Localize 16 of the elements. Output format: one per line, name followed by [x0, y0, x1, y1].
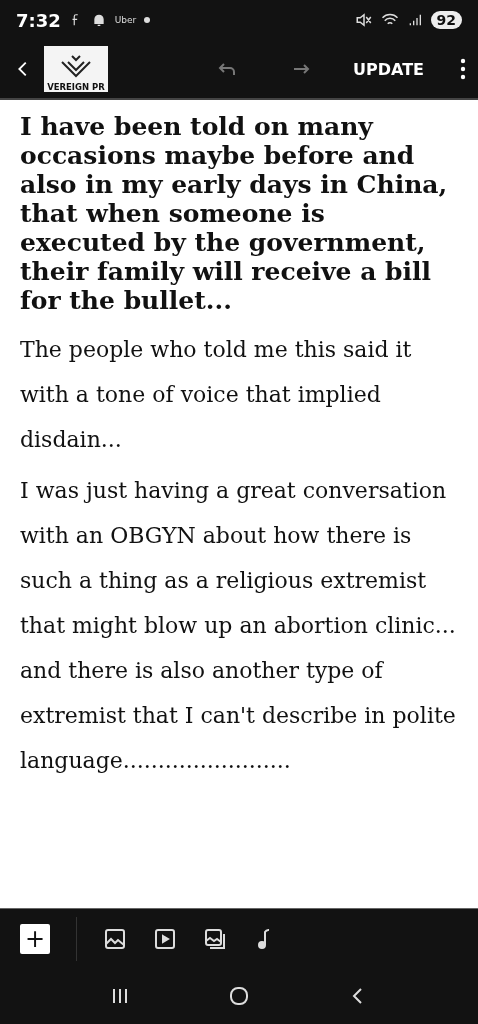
gallery-icon[interactable] [203, 926, 227, 951]
mute-icon [354, 11, 373, 29]
post-heading: I have been told on many occasions maybe before and also in my early days in China, that when someone is executed by the government, their family will receive a bill for the bullet... [20, 112, 449, 315]
post-paragraph: I was just having a great conversation with an OBGYN about how there is such a thing as a religious extremist that might blow up an abortion clinic... and there is also another type of extremist that I can't describe in polite language........................ [20, 477, 457, 775]
logo-text: VEREIGN PR [47, 82, 105, 92]
battery-level: 92 [430, 11, 462, 29]
status-time: 7:32 [16, 9, 61, 31]
video-icon[interactable] [153, 926, 177, 951]
notification-app-name: Uber [114, 15, 137, 25]
dot-icon [144, 17, 151, 23]
home-icon[interactable] [227, 984, 251, 1008]
update-button[interactable]: UPDATE [347, 55, 430, 83]
image-icon[interactable] [103, 926, 127, 951]
post-paragraph: The people who told me this said it with a tone of voice that implied disdain... [20, 336, 413, 454]
more-menu-icon[interactable] [460, 58, 466, 80]
add-block-button[interactable]: + [20, 923, 50, 954]
